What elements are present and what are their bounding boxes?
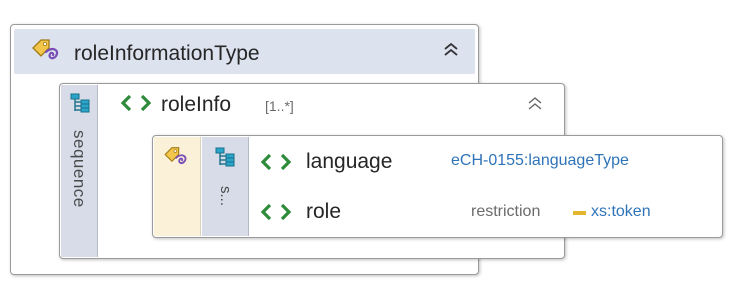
complex-type-icon xyxy=(162,146,192,168)
restriction-marker xyxy=(573,211,586,215)
element-cardinality: [1..*] xyxy=(265,98,294,114)
child-element-name: language xyxy=(306,150,393,173)
element-icon xyxy=(260,153,292,171)
sequence-icon xyxy=(69,92,91,114)
child-element-name: role xyxy=(306,200,342,223)
complex-type-name: roleInformationType xyxy=(74,42,260,65)
base-type-link[interactable]: xs:token xyxy=(591,203,651,221)
child-element-type-link[interactable]: eCH-0155:languageType xyxy=(451,152,629,170)
sequence-icon xyxy=(214,146,236,168)
element-icon xyxy=(120,94,152,112)
collapse-chevrons-icon[interactable] xyxy=(524,94,546,114)
complex-type-icon xyxy=(30,38,64,64)
sequence-label: sequence xyxy=(70,130,89,208)
collapse-chevrons-icon[interactable] xyxy=(440,40,462,60)
derivation-label: restriction xyxy=(471,203,541,220)
element-name: roleInfo xyxy=(161,93,232,116)
inner-sequence-label: s... xyxy=(217,186,234,207)
element-icon xyxy=(260,203,292,221)
